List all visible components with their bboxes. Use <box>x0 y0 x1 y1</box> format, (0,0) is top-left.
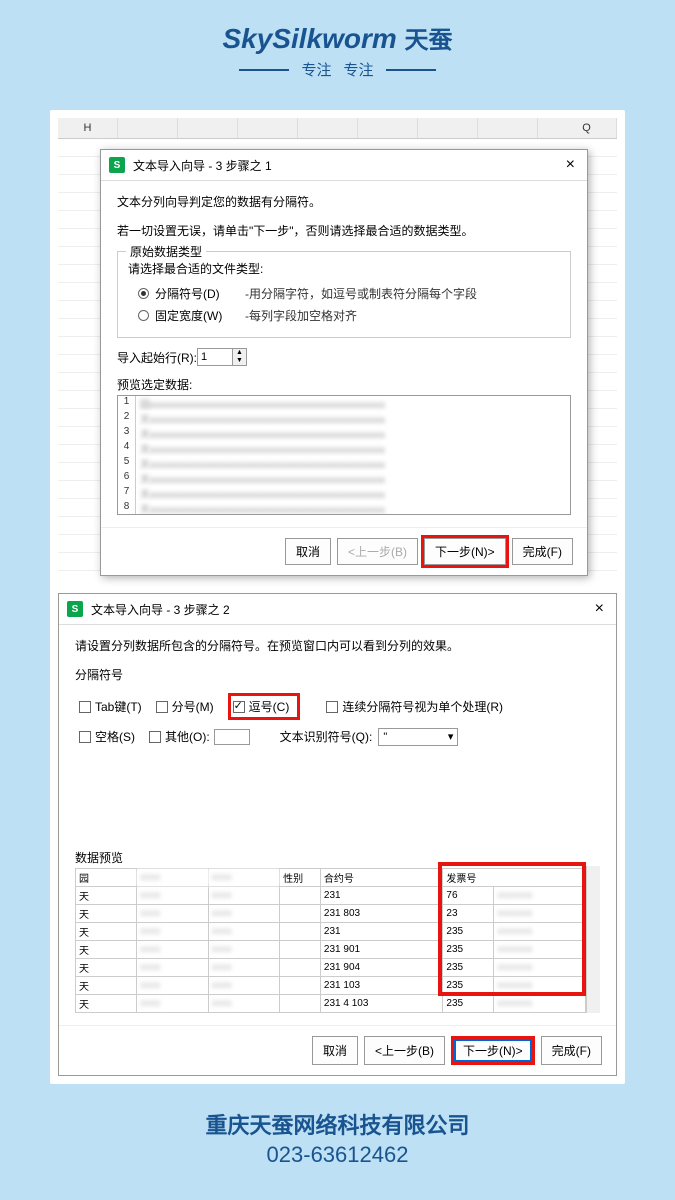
text-import-wizard-step1-dialog: S 文本导入向导 - 3 步骤之 1 × 文本分列向导判定您的数据有分隔符。 若… <box>100 149 588 576</box>
checkbox-comma-label: 逗号(C) <box>249 698 290 715</box>
preview-box: 1园xxxxxxxxxxxxxxxxxxxxxxxxxxxxxxxxxxxxxx… <box>117 395 571 515</box>
text-qualifier-select[interactable]: " ▾ <box>378 728 458 746</box>
checkbox-consecutive[interactable] <box>326 701 338 713</box>
preview-label: 预览选定数据: <box>117 376 571 393</box>
start-row-label: 导入起始行(R): <box>117 349 197 366</box>
radio-fixed-width[interactable] <box>138 310 149 321</box>
start-row-input[interactable] <box>197 348 233 366</box>
data-preview-label: 数据预览 <box>75 849 600 866</box>
col-header: 园 <box>76 869 137 887</box>
divider <box>239 69 289 71</box>
checkbox-semicolon-label: 分号(M) <box>172 698 214 715</box>
radio-delimited[interactable] <box>138 288 149 299</box>
col-header: xxxx <box>208 869 279 887</box>
qualifier-label: 文本识别符号(Q): <box>280 728 373 745</box>
cancel-button[interactable]: 取消 <box>312 1036 358 1065</box>
separator-label: 分隔符号 <box>75 666 600 683</box>
col-header: xxxx <box>137 869 208 887</box>
intro-text-2: 若一切设置无误，请单击"下一步"，否则请选择最合适的数据类型。 <box>117 222 571 241</box>
company-name: 重庆天蚕网络科技有限公司 <box>0 1108 675 1140</box>
divider <box>386 69 436 71</box>
brand-header: SkySilkworm 天蚕 专注 专注 <box>0 20 675 80</box>
close-icon[interactable]: × <box>591 600 608 618</box>
checkbox-semicolon[interactable] <box>156 701 168 713</box>
text-import-wizard-step2-dialog: S 文本导入向导 - 3 步骤之 2 × 请设置分列数据所包含的分隔符号。在预览… <box>58 593 617 1076</box>
col-header[interactable] <box>478 118 538 138</box>
radio-delimited-label: 分隔符号(D) <box>155 285 245 302</box>
radio-fixed-desc: -每列字段加空格对齐 <box>245 307 357 324</box>
col-header[interactable] <box>418 118 478 138</box>
next-button[interactable]: 下一步(N)> <box>451 1036 535 1065</box>
spreadsheet-background: H Q S 文 <box>58 118 617 579</box>
col-header: 性别 <box>280 869 321 887</box>
page-footer: 重庆天蚕网络科技有限公司 023-63612462 <box>0 1108 675 1168</box>
spinner-down-icon[interactable]: ▼ <box>233 357 246 365</box>
col-header: 合约号 <box>320 869 442 887</box>
preview-table: 园 xxxx xxxx 性别 合约号 发票号 天xxxxxxxx23176xxx… <box>75 868 586 1013</box>
brand-en: SkySilkworm <box>222 23 396 54</box>
checkbox-space-label: 空格(S) <box>95 728 135 745</box>
chevron-down-icon: ▾ <box>448 730 454 743</box>
col-header[interactable]: H <box>58 118 118 138</box>
finish-button[interactable]: 完成(F) <box>512 538 573 565</box>
subtitle: 请选择最合适的文件类型: <box>128 260 560 277</box>
col-header[interactable] <box>118 118 178 138</box>
intro-text: 请设置分列数据所包含的分隔符号。在预览窗口内可以看到分列的效果。 <box>75 637 600 656</box>
wps-app-icon: S <box>109 157 125 173</box>
col-header[interactable] <box>298 118 358 138</box>
close-icon[interactable]: × <box>562 156 579 174</box>
dialog-title: 文本导入向导 - 3 步骤之 2 <box>91 601 591 618</box>
phone-number: 023-63612462 <box>0 1142 675 1168</box>
checkbox-space[interactable] <box>79 731 91 743</box>
other-separator-input[interactable] <box>214 729 250 745</box>
col-header[interactable] <box>238 118 298 138</box>
vertical-scrollbar[interactable] <box>586 866 600 1013</box>
checkbox-tab-label: Tab键(T) <box>95 698 142 715</box>
back-button[interactable]: <上一步(B) <box>364 1036 445 1065</box>
spinner-up-icon[interactable]: ▲ <box>233 349 246 357</box>
finish-button[interactable]: 完成(F) <box>541 1036 602 1065</box>
col-header[interactable]: Q <box>557 118 617 138</box>
next-button[interactable]: 下一步(N)> <box>424 538 506 565</box>
intro-text-1: 文本分列向导判定您的数据有分隔符。 <box>117 193 571 212</box>
wps-app-icon: S <box>67 601 83 617</box>
group-title-data-type: 原始数据类型 <box>126 243 206 260</box>
radio-delimited-desc: -用分隔字符，如逗号或制表符分隔每个字段 <box>245 285 477 302</box>
checkbox-other-label: 其他(O): <box>165 728 210 745</box>
col-header: 发票号 <box>443 869 586 887</box>
col-header[interactable] <box>358 118 418 138</box>
checkbox-tab[interactable] <box>79 701 91 713</box>
dialog-title: 文本导入向导 - 3 步骤之 1 <box>133 157 562 174</box>
col-header[interactable] <box>178 118 238 138</box>
cancel-button[interactable]: 取消 <box>285 538 331 565</box>
back-button[interactable]: <上一步(B) <box>337 538 418 565</box>
tagline-2: 专注 <box>344 59 374 80</box>
radio-fixed-label: 固定宽度(W) <box>155 307 245 324</box>
tagline-1: 专注 <box>301 59 331 80</box>
brand-cn: 天蚕 <box>405 27 453 54</box>
checkbox-other[interactable] <box>149 731 161 743</box>
checkbox-comma[interactable] <box>233 701 245 713</box>
checkbox-consecutive-label: 连续分隔符号视为单个处理(R) <box>342 698 503 715</box>
